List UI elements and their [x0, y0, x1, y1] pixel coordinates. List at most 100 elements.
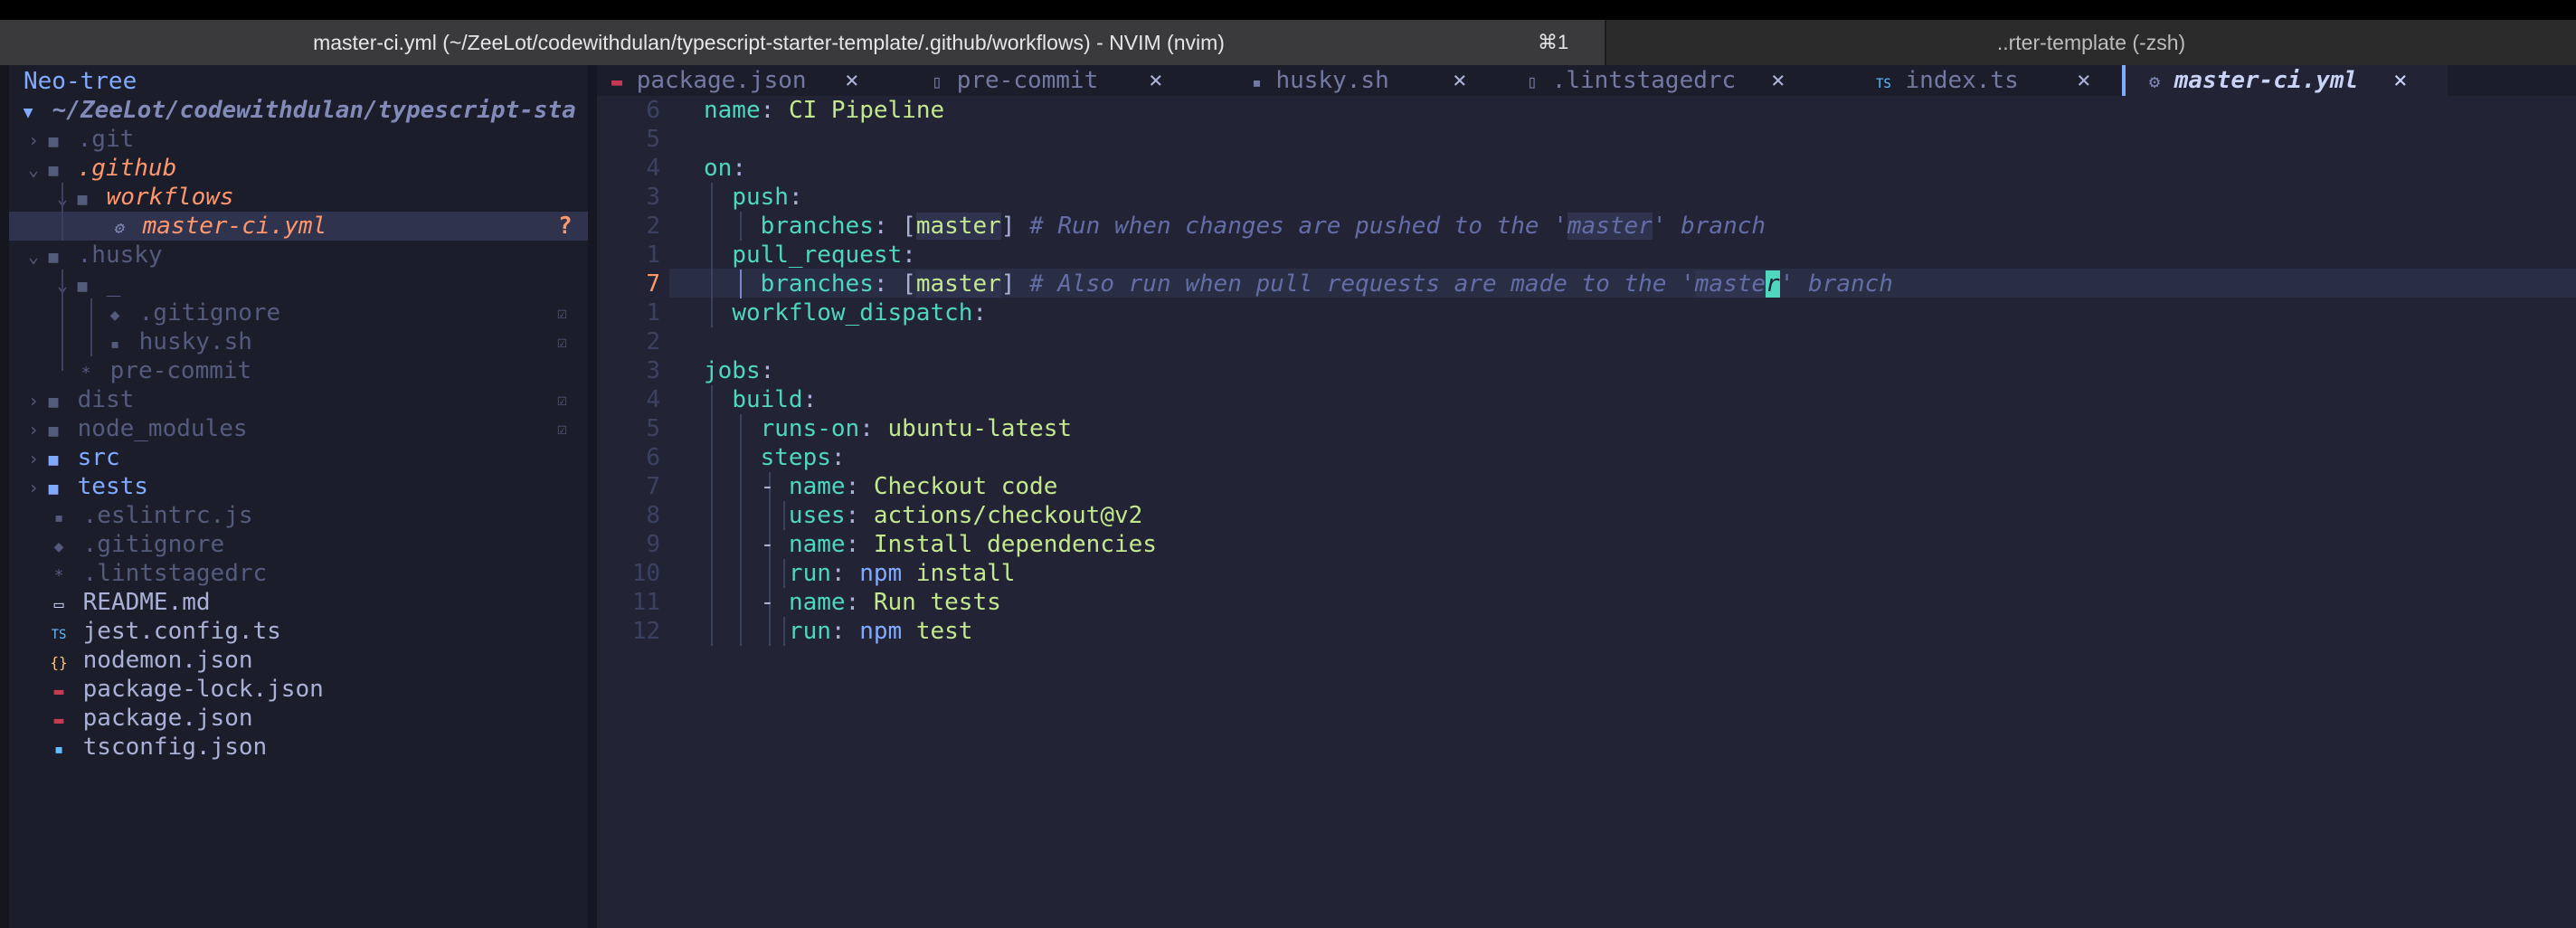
- file-icon: ▯: [1527, 71, 1539, 92]
- git-icon: ◆: [53, 537, 64, 556]
- code-line: push:: [732, 184, 803, 211]
- ignored-check-icon: ☑: [557, 391, 567, 410]
- tree-item-label: package-lock.json: [82, 676, 324, 703]
- tree-item-src[interactable]: › ■ src: [24, 443, 120, 472]
- tree-guide: [62, 270, 63, 371]
- line-number: 1: [646, 299, 660, 327]
- tree-item-label: README.md: [82, 589, 211, 616]
- tab-master-ci[interactable]: ⚙ master-ci.yml ×: [2126, 65, 2448, 96]
- code-line: jobs:: [704, 357, 775, 384]
- tree-item-workflows[interactable]: ⌄■ workflows: [52, 183, 234, 212]
- tab-label: index.ts: [1905, 67, 2019, 94]
- close-icon[interactable]: ×: [1149, 65, 1163, 96]
- tree-item-label: .git: [77, 126, 135, 153]
- json-icon: {}: [50, 654, 68, 671]
- code-line: run: npm install: [788, 560, 1016, 587]
- top-strip: [0, 0, 2576, 20]
- tree-item-label: .gitignore: [82, 531, 225, 558]
- tree-item-gitignore[interactable]: ◆ .gitignore: [49, 530, 225, 559]
- tree-item-label: .eslintrc.js: [82, 502, 253, 529]
- tree-item-label: .lintstagedrc: [82, 560, 268, 587]
- close-icon[interactable]: ×: [1771, 65, 1785, 96]
- line-number: 11: [631, 589, 660, 616]
- chevron-down-icon: ⌄: [27, 245, 40, 267]
- tree-item-git[interactable]: › ■ .git: [24, 125, 134, 154]
- window-split[interactable]: [588, 65, 597, 928]
- npm-icon: ▬: [53, 682, 64, 701]
- code-line: runs-on: ubuntu-latest: [760, 415, 1073, 442]
- tab-label: husky.sh: [1275, 67, 1389, 94]
- close-icon[interactable]: ×: [2393, 65, 2408, 96]
- typescript-icon: TS: [1876, 77, 1891, 91]
- tree-item-label: .github: [77, 155, 177, 182]
- left-gutter: [0, 65, 9, 928]
- chevron-right-icon: ›: [27, 477, 40, 498]
- sidebar-root[interactable]: ▼ ~/ZeeLot/codewithdulan/typescript-sta: [18, 96, 576, 125]
- tree-item-package-json[interactable]: ▬ package.json: [49, 704, 253, 733]
- line-number: 4: [646, 155, 660, 182]
- line-number: 2: [646, 213, 660, 240]
- sidebar-title: Neo-tree: [24, 68, 137, 95]
- tree-item-lintstagedrc[interactable]: * .lintstagedrc: [49, 559, 268, 588]
- close-icon[interactable]: ×: [1453, 65, 1467, 96]
- terminal-tab-title[interactable]: master-ci.yml (~/ZeeLot/codewithdulan/ty…: [0, 20, 1538, 65]
- folder-icon: ■: [48, 161, 59, 180]
- npm-icon: ▬: [53, 711, 64, 730]
- line-number: 2: [646, 328, 660, 355]
- tree-item-label: workflows: [106, 184, 234, 211]
- code-line: steps:: [760, 444, 846, 471]
- terminal-tab-zsh[interactable]: ..rter-template (-zsh): [1606, 20, 2576, 65]
- root-path: ~/ZeeLot/codewithdulan/typescript-sta: [52, 97, 576, 124]
- tree-item-husky-sh[interactable]: ▪ husky.sh: [105, 327, 252, 356]
- tree-item-eslintrc[interactable]: ▪ .eslintrc.js: [49, 501, 253, 530]
- tree-item-label: nodemon.json: [82, 647, 253, 674]
- line-number: 8: [646, 502, 660, 529]
- line-number: 5: [646, 126, 660, 153]
- npm-icon: ▬: [611, 71, 623, 92]
- tree-item-readme[interactable]: ▭ README.md: [49, 588, 211, 617]
- chevron-right-icon: ›: [27, 129, 40, 151]
- tree-item-label: .gitignore: [138, 299, 281, 327]
- tab-lintstagedrc[interactable]: ▯ .lintstagedrc ×: [1527, 65, 1798, 96]
- chevron-right-icon: ›: [27, 390, 40, 412]
- line-number: 4: [646, 386, 660, 413]
- code-line: - name: Install dependencies: [760, 531, 1157, 558]
- close-icon[interactable]: ×: [2077, 65, 2091, 96]
- terminal-file-icon: ▪: [1252, 73, 1262, 92]
- code-line: branches: [master] # Run when changes ar…: [760, 213, 1766, 240]
- tree-item-tsconfig[interactable]: ▪ tsconfig.json: [49, 733, 268, 762]
- code-line: pull_request:: [732, 241, 916, 269]
- terminal-tab-shortcut: ⌘1: [1538, 31, 1569, 53]
- tree-item-label: .husky: [77, 241, 163, 269]
- asterisk-icon: *: [53, 566, 64, 585]
- tree-item-label: dist: [77, 386, 135, 413]
- line-number: 3: [646, 184, 660, 211]
- tree-item-husky-gitignore[interactable]: ◆ .gitignore: [105, 298, 281, 327]
- tree-item-pre-commit[interactable]: * pre-commit: [76, 356, 252, 385]
- tree-item-label: _: [106, 270, 121, 298]
- tree-item-husky[interactable]: ⌄ ■ .husky: [24, 241, 163, 270]
- tree-item-nodemon[interactable]: {} nodemon.json: [49, 646, 253, 675]
- tab-package-json[interactable]: ▬ package.json ×: [611, 65, 892, 96]
- file-icon: ▯: [932, 71, 943, 92]
- tab-husky-sh[interactable]: ▪ husky.sh ×: [1252, 65, 1487, 96]
- line-number: 6: [646, 97, 660, 124]
- tree-item-github[interactable]: ⌄ ■ .github: [24, 154, 176, 183]
- tree-item-label: master-ci.yml: [142, 213, 327, 240]
- line-number: 12: [631, 618, 660, 645]
- line-number: 10: [631, 560, 660, 587]
- tree-item-master-ci[interactable]: ⚙ master-ci.yml?: [9, 212, 588, 241]
- tree-item-label: node_modules: [77, 415, 248, 442]
- tab-label: .lintstagedrc: [1551, 67, 1737, 94]
- tree-item-node-modules[interactable]: › ■ node_modules: [24, 414, 248, 443]
- tree-item-dist[interactable]: › ■ dist: [24, 385, 134, 414]
- close-icon[interactable]: ×: [845, 65, 859, 96]
- tree-item-package-lock[interactable]: ▬ package-lock.json: [49, 675, 324, 704]
- folder-icon: ■: [48, 132, 59, 151]
- tab-index-ts[interactable]: TS index.ts ×: [1876, 65, 2120, 96]
- tree-item-tests[interactable]: › ■ tests: [24, 472, 148, 501]
- tree-item-jest-config[interactable]: TS jest.config.ts: [49, 617, 281, 646]
- tab-pre-commit[interactable]: ▯ pre-commit ×: [932, 65, 1203, 96]
- folder-icon: ■: [48, 479, 59, 498]
- folder-icon: ■: [77, 190, 88, 209]
